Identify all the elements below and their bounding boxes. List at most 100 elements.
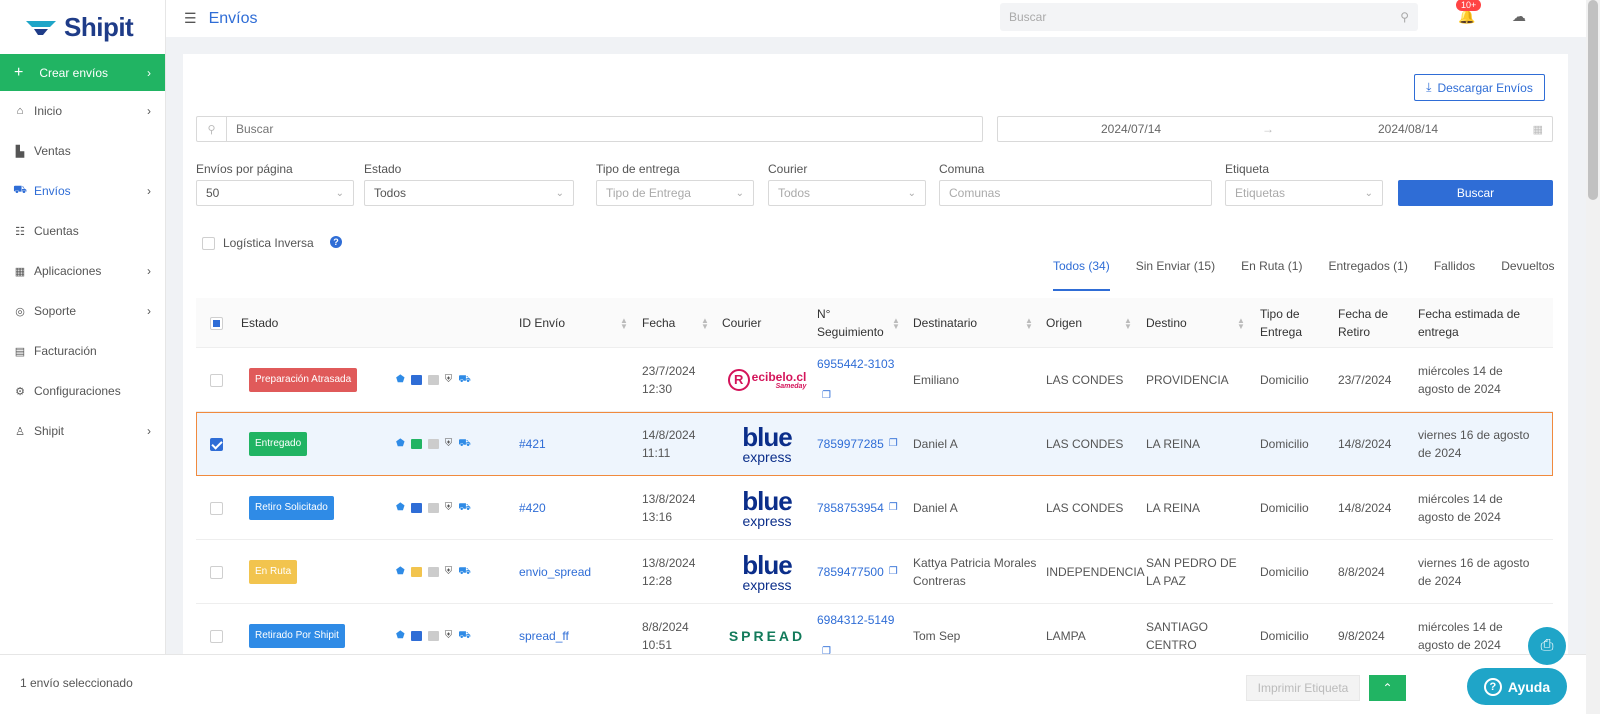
mail-icon[interactable] [410, 439, 422, 449]
global-search-input[interactable]: Buscar ⚲ [1000, 3, 1418, 31]
header-estado[interactable]: Estado [241, 298, 278, 348]
sidebar-item-4[interactable]: ▦ Aplicaciones › [0, 251, 165, 291]
mail-icon[interactable] [410, 631, 422, 641]
search-button[interactable]: Buscar [1398, 180, 1553, 206]
tag-icon[interactable]: ⬟ [396, 563, 405, 581]
shield-icon[interactable]: ⛨ [445, 371, 453, 389]
sidebar-item-7[interactable]: ⚙ Configuraciones [0, 371, 165, 411]
mail-icon[interactable] [410, 375, 422, 385]
tipo-entrega-select[interactable]: Tipo de Entrega ⌄ [596, 180, 754, 206]
scrollbar[interactable] [1586, 0, 1600, 714]
row-checkbox[interactable] [210, 629, 223, 643]
print-label-button[interactable]: Imprimir Etiqueta [1246, 675, 1360, 701]
mail-icon[interactable] [410, 567, 422, 577]
copy-icon[interactable]: ❐ [889, 435, 898, 453]
copy-icon[interactable]: ❐ [889, 563, 898, 581]
sidebar-item-8[interactable]: ♙ Shipit › [0, 411, 165, 451]
sort-icon[interactable]: ▲ ▼ [1237, 317, 1245, 331]
estado-select[interactable]: Todos ⌄ [364, 180, 574, 206]
courier-select[interactable]: Todos ⌄ [768, 180, 926, 206]
message-icon[interactable] [427, 375, 439, 385]
truck-icon[interactable]: ⛟ [458, 371, 471, 389]
logistica-inversa-checkbox[interactable]: Logística Inversa [202, 236, 314, 250]
select-all-checkbox[interactable] [210, 316, 223, 330]
message-icon[interactable] [427, 503, 439, 513]
logo[interactable]: Shipit [0, 0, 165, 54]
table-row[interactable]: Preparación Atrasada ⬟ ⛨ ⛟ 23/7/2024 12:30 Re… [196, 348, 1553, 412]
truck-icon[interactable]: ⛟ [458, 435, 471, 453]
tab-2[interactable]: En Ruta (1) [1241, 259, 1302, 285]
tab-3[interactable]: Entregados (1) [1328, 259, 1407, 285]
row-checkbox[interactable] [210, 501, 223, 515]
support-float-icon[interactable]: ⎙ [1528, 627, 1566, 665]
table-row[interactable]: En Ruta ⬟ ⛨ ⛟ envio_spread 13/8/2024 12:28 blu… [196, 540, 1553, 604]
truck-icon[interactable]: ⛟ [458, 499, 471, 517]
copy-icon[interactable]: ❐ [822, 387, 831, 405]
header-destinatario[interactable]: Destinatario [913, 298, 977, 348]
sort-icon[interactable]: ▲ ▼ [620, 317, 628, 331]
header-destino[interactable]: Destino [1146, 298, 1187, 348]
tracking-link[interactable]: 7859977285 [817, 435, 884, 453]
scrollbar-thumb[interactable] [1588, 0, 1598, 200]
menu-fold-icon[interactable]: ☰ [184, 10, 197, 27]
mail-icon[interactable] [410, 503, 422, 513]
copy-icon[interactable]: ❐ [889, 499, 898, 517]
sidebar-item-6[interactable]: ▤ Facturación [0, 331, 165, 371]
date-range-picker[interactable]: 2024/07/14 → 2024/08/14 ▦ [997, 116, 1553, 142]
cloud-upload-icon[interactable]: ☁ [1512, 8, 1526, 25]
date-from[interactable]: 2024/07/14 [1101, 122, 1161, 136]
table-row[interactable]: Entregado ⬟ ⛨ ⛟ #421 14/8/2024 11:11 blue expre… [196, 412, 1553, 476]
sort-icon[interactable]: ▲ ▼ [701, 317, 709, 331]
tab-4[interactable]: Fallidos [1434, 259, 1475, 285]
sidebar-item-1[interactable]: ▙ Ventas [0, 131, 165, 171]
sort-icon[interactable]: ▲ ▼ [1025, 317, 1033, 331]
per-page-select[interactable]: 50 ⌄ [196, 180, 354, 206]
sidebar-item-3[interactable]: ☷ Cuentas [0, 211, 165, 251]
tracking-link[interactable]: 6984312-5149 [817, 611, 894, 629]
tracking-link[interactable]: 6955442-3103 [817, 355, 894, 373]
tab-5[interactable]: Devueltos [1501, 259, 1554, 285]
sidebar-item-5[interactable]: ◎ Soporte › [0, 291, 165, 331]
header-origen[interactable]: Origen [1046, 298, 1082, 348]
tag-icon[interactable]: ⬟ [396, 371, 405, 389]
etiqueta-select[interactable]: Etiquetas ⌄ [1225, 180, 1383, 206]
message-icon[interactable] [427, 631, 439, 641]
tracking-link[interactable]: 7859477500 [817, 563, 884, 581]
truck-icon[interactable]: ⛟ [458, 563, 471, 581]
shipment-id-link[interactable]: #421 [519, 412, 546, 476]
checkbox[interactable] [202, 236, 215, 250]
table-row[interactable]: Retiro Solicitado ⬟ ⛨ ⛟ #420 13/8/2024 13:16 b… [196, 476, 1553, 540]
tab-1[interactable]: Sin Enviar (15) [1136, 259, 1215, 285]
message-icon[interactable] [427, 439, 439, 449]
header-id[interactable]: ID Envío [519, 298, 565, 348]
create-shipment-button[interactable]: + Crear envíos › [0, 54, 165, 91]
question-icon[interactable]: ? [330, 236, 342, 248]
shield-icon[interactable]: ⛨ [445, 435, 453, 453]
truck-icon[interactable]: ⛟ [458, 627, 471, 645]
shipment-id-link[interactable]: envio_spread [519, 540, 591, 604]
sidebar-item-0[interactable]: ⌂ Inicio › [0, 91, 165, 131]
sort-icon[interactable]: ▲ ▼ [892, 317, 900, 331]
comuna-input[interactable]: Comunas [939, 180, 1212, 206]
shield-icon[interactable]: ⛨ [445, 627, 453, 645]
header-seguimiento[interactable]: N° Seguimiento [817, 298, 887, 348]
sidebar-item-2[interactable]: ⛟ Envíos › [0, 171, 165, 211]
shipment-search-input[interactable] [227, 122, 967, 136]
header-fecha[interactable]: Fecha [642, 298, 675, 348]
help-button[interactable]: ? Ayuda [1467, 668, 1567, 705]
tab-0[interactable]: Todos (34) [1053, 259, 1110, 291]
row-checkbox[interactable] [210, 565, 223, 579]
shield-icon[interactable]: ⛨ [445, 499, 453, 517]
shield-icon[interactable]: ⛨ [445, 563, 453, 581]
chevron-up-button[interactable]: ⌃ [1369, 675, 1406, 701]
tag-icon[interactable]: ⬟ [396, 435, 405, 453]
tag-icon[interactable]: ⬟ [396, 499, 405, 517]
message-icon[interactable] [427, 567, 439, 577]
tag-icon[interactable]: ⬟ [396, 627, 405, 645]
tracking-link[interactable]: 7858753954 [817, 499, 884, 517]
date-to[interactable]: 2024/08/14 [1378, 122, 1438, 136]
shipment-id-link[interactable]: #420 [519, 476, 546, 540]
sort-icon[interactable]: ▲ ▼ [1124, 317, 1132, 331]
download-shipments-button[interactable]: ⤓ Descargar Envíos [1414, 74, 1545, 101]
row-checkbox[interactable] [210, 437, 223, 451]
